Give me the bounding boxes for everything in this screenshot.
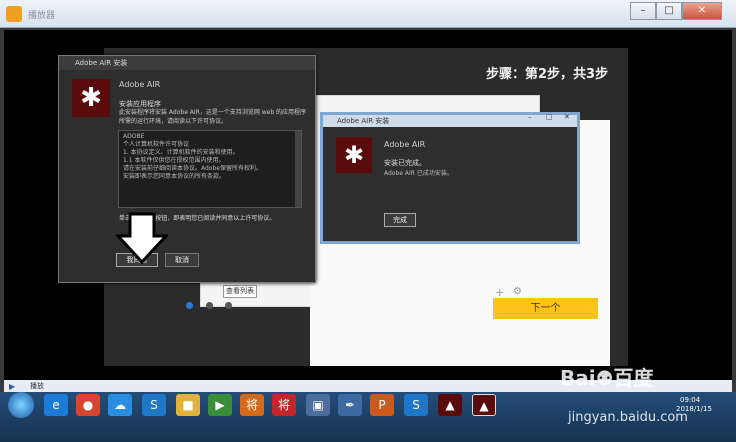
sogou-icon[interactable]: S — [404, 394, 428, 416]
start-button[interactable] — [8, 392, 34, 418]
player-app-icon[interactable]: 将 — [240, 394, 264, 416]
ie-icon[interactable]: e — [44, 394, 68, 416]
sogou-icon[interactable]: S — [142, 394, 166, 416]
license-line: 安装即表示您同意本协议的所有条款。 — [123, 173, 226, 180]
dialog-heading: Adobe AIR — [384, 140, 426, 149]
view-list-button[interactable]: 查看列表 — [223, 285, 257, 298]
carousel-dot[interactable] — [186, 302, 193, 309]
minimize-button[interactable]: – — [630, 2, 656, 20]
dialog-title: Adobe AIR 安装 — [59, 56, 315, 70]
player-status-text: 播放 — [30, 382, 44, 390]
adobe-air-icon[interactable]: ▲ — [438, 394, 462, 416]
plus-icon[interactable]: + — [495, 286, 504, 299]
gear-icon[interactable]: ⚙ — [513, 286, 522, 297]
close-button[interactable]: ✕ — [564, 113, 570, 121]
license-line: 个人计算机软件许可协议 — [123, 141, 190, 148]
step-label: 步骤：第2步，共3步 — [486, 67, 609, 82]
air-complete-dialog — [320, 112, 580, 244]
dialog-description: 此安装程序将安装 Adobe AIR，这是一个支持浏览网 web 的应用程序所需… — [119, 109, 307, 125]
folder-icon[interactable]: ■ — [176, 394, 200, 416]
license-line: ADOBE — [123, 133, 145, 140]
player-window: 播放器 – □ ✕ 步骤：第2步，共3步 下一个 查看列表 + ⚙ Adobe … — [0, 0, 736, 442]
install-detail: Adobe AIR 已成功安装。 — [384, 170, 453, 177]
adobe-air-logo-icon: ✱ — [336, 137, 372, 173]
dialog-title: Adobe AIR 安装 — [323, 115, 577, 127]
chrome-icon[interactable]: ● — [76, 394, 100, 416]
minimize-button[interactable]: – — [528, 113, 532, 121]
finish-button[interactable]: 完成 — [384, 213, 416, 227]
media-icon[interactable]: ▶ — [208, 394, 232, 416]
clock-time[interactable]: 09:04 — [680, 396, 700, 404]
carousel-dot[interactable] — [206, 302, 213, 309]
maximize-button[interactable]: □ — [656, 2, 682, 20]
license-scrollbar[interactable] — [295, 131, 301, 207]
cloud-icon[interactable]: ☁ — [108, 394, 132, 416]
baidu-watermark-url: jingyan.baidu.com — [568, 410, 688, 425]
carousel-dot[interactable] — [225, 302, 232, 309]
down-arrow-icon — [116, 212, 168, 264]
cancel-button[interactable]: 取消 — [165, 253, 199, 267]
close-button[interactable]: ✕ — [682, 2, 722, 20]
next-button[interactable]: 下一个 — [493, 298, 598, 319]
license-line: 请在安装前仔细阅读本协议。Adobe保留所有权利。 — [123, 165, 262, 172]
adobe-air-icon[interactable]: ▲ — [472, 394, 496, 416]
adobe-air-logo-icon: ✱ — [72, 79, 110, 117]
license-line: 1. 本协议定义、计算机软件的安装和使用。 — [123, 149, 239, 156]
window-title: 播放器 — [28, 11, 56, 21]
window-titlebar — [0, 0, 736, 28]
pdf-icon[interactable]: P — [370, 394, 394, 416]
network-icon[interactable]: ▣ — [306, 394, 330, 416]
license-textbox[interactable]: ADOBE 个人计算机软件许可协议 1. 本协议定义、计算机软件的安装和使用。 … — [118, 130, 302, 208]
paint-icon[interactable]: ✒ — [338, 394, 362, 416]
game-icon[interactable]: 将 — [272, 394, 296, 416]
dialog-heading: Adobe AIR — [119, 80, 161, 89]
install-status: 安装已完成。 — [384, 159, 426, 167]
app-icon — [6, 6, 22, 22]
maximize-button[interactable]: □ — [546, 113, 553, 121]
play-icon[interactable]: ▶ — [9, 382, 15, 391]
baidu-watermark-logo: Bai⚉百度 — [560, 366, 654, 390]
license-line: 1.1 本软件仅供您在授权范围内使用。 — [123, 157, 225, 164]
